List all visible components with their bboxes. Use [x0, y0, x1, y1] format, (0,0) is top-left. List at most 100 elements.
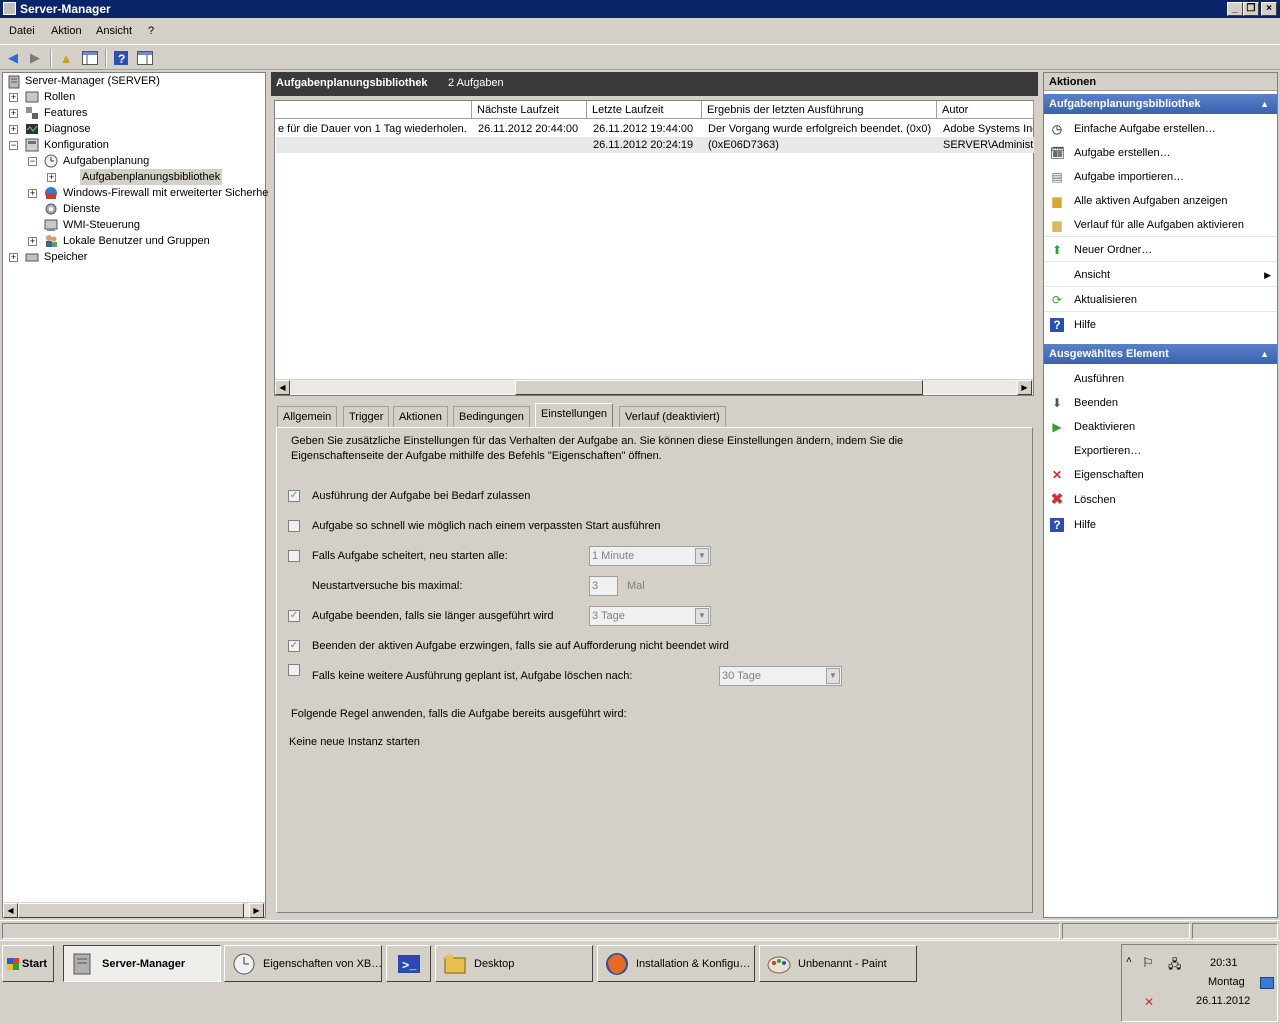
column-header-trigger[interactable] — [275, 101, 472, 119]
action-stop[interactable]: ⬇ Beenden — [1044, 391, 1277, 415]
action-show-running[interactable]: ▆ Alle aktiven Aufgaben anzeigen — [1044, 189, 1277, 213]
action-import-task[interactable]: ▤ Aufgabe importieren… — [1044, 165, 1277, 189]
taskbar-button-desktop[interactable]: Desktop — [435, 945, 593, 982]
window-title-bar[interactable]: Server-Manager _ ❐ × — [0, 0, 1280, 18]
tab-allgemein[interactable]: Allgemein — [277, 406, 338, 428]
scroll-left-button[interactable]: ◀ — [3, 903, 18, 918]
collapse-icon[interactable]: − — [28, 157, 37, 166]
scroll-right-button[interactable]: ▶ — [1017, 380, 1032, 395]
retry-count-input[interactable]: 3 — [589, 576, 618, 596]
tree-item-features[interactable]: Features — [44, 105, 87, 121]
show-hide-tree-icon[interactable] — [80, 48, 100, 68]
tab-trigger[interactable]: Trigger — [343, 406, 390, 428]
show-desktop-icon[interactable] — [1260, 977, 1274, 989]
volume-muted-icon[interactable]: ✕ — [1144, 995, 1154, 1009]
tree-item-dienste[interactable]: Dienste — [63, 201, 100, 217]
start-button[interactable]: Start — [2, 945, 54, 982]
scroll-thumb[interactable] — [515, 380, 923, 395]
checkbox-restart-on-fail[interactable] — [288, 550, 300, 562]
tree-item-aufgabenplanung[interactable]: Aufgabenplanung — [63, 153, 149, 169]
menu-aktion[interactable]: Aktion — [51, 25, 82, 37]
expand-icon[interactable]: + — [28, 237, 37, 246]
help-icon[interactable]: ? — [111, 48, 131, 68]
action-help-selected[interactable]: ? Hilfe — [1044, 513, 1277, 537]
menu-datei[interactable]: Datei — [9, 25, 35, 37]
restore-button[interactable]: ❐ — [1243, 2, 1259, 16]
tab-verlauf[interactable]: Verlauf (deaktiviert) — [619, 406, 726, 428]
tab-einstellungen[interactable]: Einstellungen — [535, 403, 614, 428]
minimize-button[interactable]: _ — [1227, 2, 1243, 16]
action-enable-history[interactable]: ▆ Verlauf für alle Aufgaben aktivieren — [1044, 213, 1277, 237]
tree-item-root[interactable]: Server-Manager (SERVER) — [25, 73, 160, 89]
tree-horizontal-scrollbar[interactable]: ◀ ▶ — [3, 902, 265, 918]
checkbox-force-stop[interactable]: ✓ — [288, 640, 300, 652]
clock-time[interactable]: 20:31 — [1210, 957, 1238, 969]
up-folder-icon[interactable]: ▲ — [56, 48, 76, 68]
checkbox-run-after-missed[interactable] — [288, 520, 300, 532]
tree-item-wmi[interactable]: WMI-Steuerung — [63, 217, 140, 233]
checkbox-allow-on-demand[interactable]: ✓ — [288, 490, 300, 502]
stop-duration-select[interactable]: 3 Tage ▼ — [589, 606, 711, 626]
restart-interval-select[interactable]: 1 Minute ▼ — [589, 546, 711, 566]
expand-icon[interactable]: + — [9, 253, 18, 262]
tab-bedingungen[interactable]: Bedingungen — [453, 406, 530, 428]
action-refresh[interactable]: ⟳ Aktualisieren — [1044, 288, 1277, 312]
tree-item-benutzer[interactable]: Lokale Benutzer und Gruppen — [63, 233, 210, 249]
action-properties[interactable]: ✕ Eigenschaften — [1044, 463, 1277, 487]
action-simple-task[interactable]: ◷ Einfache Aufgabe erstellen… — [1044, 117, 1277, 141]
scroll-thumb[interactable] — [18, 903, 244, 918]
menu-help[interactable]: ? — [148, 25, 154, 37]
taskbar-button-powershell[interactable]: >_ — [386, 945, 431, 982]
actions-section-library[interactable]: Aufgabenplanungsbibliothek ▲ — [1044, 94, 1277, 114]
tab-aktionen[interactable]: Aktionen — [393, 406, 448, 428]
column-header-result[interactable]: Ergebnis der letzten Ausführung — [702, 101, 937, 119]
action-disable[interactable]: ▶ Deaktivieren — [1044, 415, 1277, 439]
network-icon[interactable]: 🖧 — [1168, 955, 1181, 976]
tree-item-firewall[interactable]: Windows-Firewall mit erweiterter Sicherh… — [63, 185, 268, 201]
action-create-task[interactable]: 🗓 Aufgabe erstellen… — [1044, 141, 1277, 165]
collapse-icon[interactable]: − — [9, 141, 18, 150]
show-hidden-icons-chevron-icon[interactable]: ˄ — [1126, 955, 1132, 966]
column-header-author[interactable]: Autor — [937, 101, 1034, 119]
task-list-horizontal-scrollbar[interactable]: ◀ ▶ — [275, 379, 1033, 395]
action-view[interactable]: Ansicht ▶ — [1044, 263, 1277, 287]
column-header-last-run[interactable]: Letzte Laufzeit — [587, 101, 702, 119]
navigation-tree[interactable]: Server-Manager (SERVER) + Rollen + Featu… — [2, 72, 268, 918]
back-arrow-icon[interactable]: ◀ — [3, 48, 23, 68]
menu-ansicht[interactable]: Ansicht — [96, 25, 132, 37]
task-list[interactable]: Nächste Laufzeit Letzte Laufzeit Ergebni… — [274, 100, 1034, 396]
tree-item-bibliothek[interactable]: Aufgabenplanungsbibliothek — [80, 169, 223, 185]
action-center-flag-icon[interactable]: ⚐ — [1142, 955, 1154, 971]
scroll-left-button[interactable]: ◀ — [275, 380, 290, 395]
close-button[interactable]: × — [1261, 2, 1277, 16]
show-hide-action-pane-icon[interactable] — [135, 48, 155, 68]
expand-icon[interactable]: + — [47, 173, 56, 182]
checkbox-stop-if-long[interactable]: ✓ — [288, 610, 300, 622]
actions-section-selected[interactable]: Ausgewähltes Element ▲ — [1044, 344, 1277, 364]
action-delete[interactable]: ✖ Löschen — [1044, 488, 1277, 512]
tree-item-speicher[interactable]: Speicher — [44, 249, 87, 265]
taskbar-button-properties[interactable]: Eigenschaften von XB… — [224, 945, 382, 982]
tree-item-rollen[interactable]: Rollen — [44, 89, 75, 105]
expand-icon[interactable]: + — [9, 93, 18, 102]
taskbar-button-firefox[interactable]: Installation & Konfigu… — [597, 945, 755, 982]
taskbar-button-paint[interactable]: Unbenannt - Paint — [759, 945, 917, 982]
rule-value[interactable]: Keine neue Instanz starten — [289, 736, 420, 748]
tree-item-konfiguration[interactable]: Konfiguration — [44, 137, 109, 153]
expand-icon[interactable]: + — [9, 109, 18, 118]
action-help[interactable]: ? Hilfe — [1044, 313, 1277, 337]
action-export[interactable]: Exportieren… — [1044, 439, 1277, 463]
scroll-right-button[interactable]: ▶ — [249, 903, 264, 918]
taskbar-button-server-manager[interactable]: Server-Manager — [63, 945, 221, 982]
checkbox-delete-after[interactable] — [288, 664, 300, 676]
column-header-next-run[interactable]: Nächste Laufzeit — [472, 101, 587, 119]
expand-icon[interactable]: + — [9, 125, 18, 134]
delete-after-select[interactable]: 30 Tage ▼ — [719, 666, 842, 686]
expand-icon[interactable]: + — [28, 189, 37, 198]
table-row[interactable]: 26.11.2012 20:24:19 (0xE06D7363) SERVER\… — [276, 137, 1034, 153]
action-new-folder[interactable]: ⬆ Neuer Ordner… — [1044, 238, 1277, 262]
tree-item-diagnose[interactable]: Diagnose — [44, 121, 90, 137]
forward-arrow-icon[interactable]: ▶ — [25, 48, 45, 68]
cell-last-run: 26.11.2012 19:44:00 — [593, 123, 694, 135]
action-run[interactable]: Ausführen — [1044, 367, 1277, 391]
